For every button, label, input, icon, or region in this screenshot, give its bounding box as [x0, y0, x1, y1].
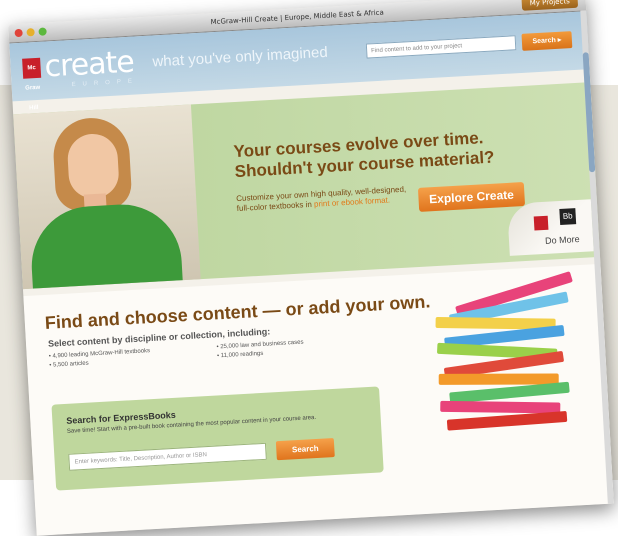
mcgraw-hill-logo[interactable]: Mc Graw Hill [22, 57, 42, 111]
express-search-button[interactable]: Search [275, 438, 335, 461]
search-input[interactable]: Find content to add to your project [365, 35, 517, 59]
do-more-label: Do More [544, 233, 580, 246]
zoom-icon[interactable] [38, 27, 47, 36]
hero-headline: Your courses evolve over time. Shouldn't… [233, 123, 575, 182]
my-projects-button[interactable]: My Projects [521, 0, 579, 11]
minimize-icon[interactable] [26, 28, 35, 37]
find-content-section: Find and choose content — or add your ow… [23, 263, 614, 536]
express-search-input[interactable]: Enter keywords: Title, Description, Auth… [68, 442, 267, 471]
woman-photo [13, 104, 201, 290]
blackboard-logo: Bb [559, 208, 577, 226]
search-button[interactable]: Search ▸ [521, 31, 573, 51]
hero-banner: Your courses evolve over time. Shouldn't… [13, 82, 601, 290]
browser-window: McGraw-Hill Create | Europe, Middle East… [8, 0, 614, 536]
window-controls [14, 27, 47, 38]
mcgraw-hill-mini-logo [533, 215, 549, 231]
explore-create-button[interactable]: Explore Create [417, 181, 526, 212]
tagline: what you've only imagined [152, 43, 329, 71]
close-icon[interactable] [14, 28, 23, 38]
do-more-badge[interactable]: Bb Do More [506, 199, 594, 256]
books-stack-image [434, 271, 582, 443]
expressbooks-panel: Search for ExpressBooks Save time! Start… [51, 386, 384, 491]
hero-body: Customize your own high quality, well-de… [236, 184, 417, 214]
